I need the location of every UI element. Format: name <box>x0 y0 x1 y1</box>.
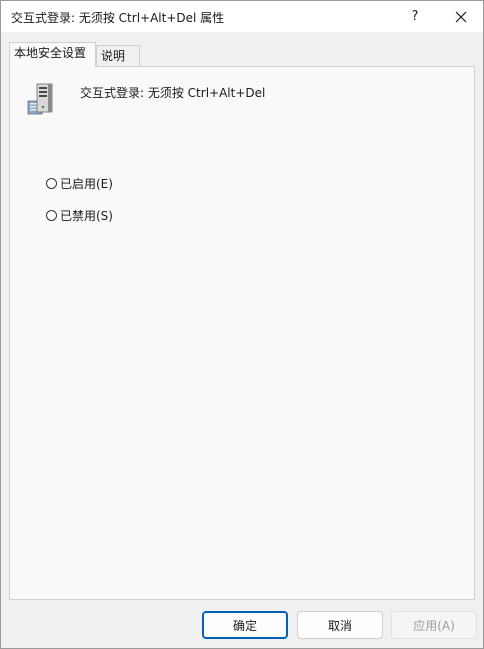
enabled-radio[interactable]: 已启用(E) <box>46 174 113 192</box>
help-button[interactable]: ? <box>393 1 437 32</box>
policy-name: 交互式登录: 无须按 Ctrl+Alt+Del <box>80 86 266 100</box>
tab-label: 本地安全设置 <box>14 46 87 60</box>
apply-button[interactable]: 应用(A) <box>391 611 477 639</box>
close-button[interactable] <box>439 1 483 32</box>
radio-circle-icon[interactable] <box>46 209 57 221</box>
ok-button[interactable]: 确定 <box>202 611 288 639</box>
tab-explain[interactable]: 说明 <box>96 45 140 67</box>
properties-dialog: 交互式登录: 无须按 Ctrl+Alt+Del 属性 ? 本地安全设置 说明 交… <box>0 0 484 649</box>
server-policy-icon <box>27 83 53 115</box>
radio-circle-icon[interactable] <box>46 177 57 189</box>
title-bar: 交互式登录: 无须按 Ctrl+Alt+Del 属性 ? <box>1 1 483 32</box>
tab-panel: 交互式登录: 无须按 Ctrl+Alt+Del 已启用(E) 已禁用(S) <box>9 66 475 600</box>
disabled-radio-label[interactable]: 已禁用(S) <box>60 207 113 224</box>
window-title: 交互式登录: 无须按 Ctrl+Alt+Del 属性 <box>11 11 225 25</box>
cancel-button[interactable]: 取消 <box>297 611 383 639</box>
tab-local-security-setting[interactable]: 本地安全设置 <box>9 42 96 67</box>
close-icon <box>455 11 467 22</box>
tab-label: 说明 <box>101 49 126 63</box>
help-icon: ? <box>411 9 419 24</box>
disabled-radio[interactable]: 已禁用(S) <box>46 206 113 224</box>
enabled-radio-label[interactable]: 已启用(E) <box>60 175 113 192</box>
